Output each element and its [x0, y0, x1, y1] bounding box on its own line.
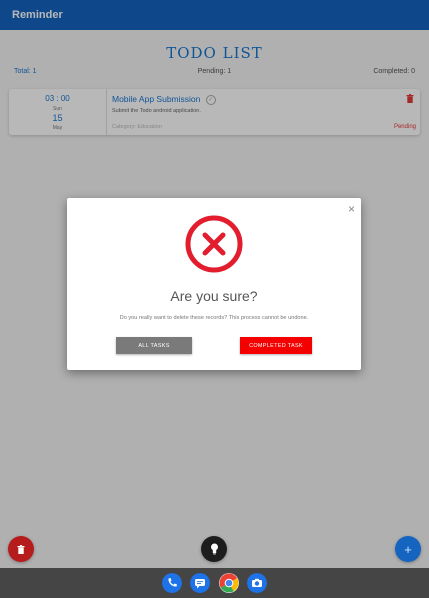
messages-icon[interactable]: [190, 573, 210, 593]
trash-icon: [17, 544, 25, 554]
delete-fab-button[interactable]: [8, 536, 34, 562]
camera-icon[interactable]: [247, 573, 267, 593]
lightbulb-icon: [210, 543, 218, 555]
completed-task-button[interactable]: COMPLETED TASK: [240, 337, 312, 354]
confirm-dialog: × Are you sure? Do you really want to de…: [67, 198, 361, 370]
theme-toggle-button[interactable]: [201, 536, 227, 562]
dialog-title: Are you sure?: [170, 288, 258, 304]
dialog-message: Do you really want to delete these recor…: [119, 315, 309, 321]
add-task-button[interactable]: +: [395, 536, 421, 562]
error-x-icon: [185, 215, 243, 273]
system-dock: [0, 568, 429, 598]
close-icon[interactable]: ×: [348, 202, 355, 216]
chrome-icon[interactable]: [219, 573, 239, 593]
all-tasks-button[interactable]: ALL TASKS: [116, 337, 192, 354]
phone-icon[interactable]: [162, 573, 182, 593]
plus-icon: +: [404, 541, 412, 557]
